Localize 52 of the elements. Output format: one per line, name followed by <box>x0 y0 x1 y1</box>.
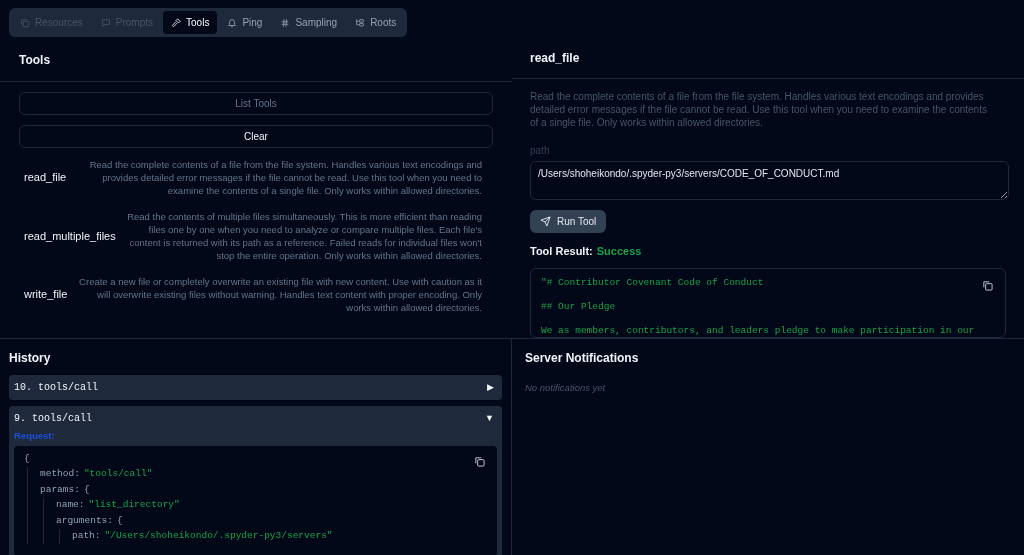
json-brace: { <box>117 513 123 528</box>
result-label: Tool Result: <box>530 243 593 259</box>
collapse-toggle[interactable]: ▼ <box>485 411 497 426</box>
json-brace: { <box>24 451 30 466</box>
tab[interactable]: Sampling <box>272 11 346 34</box>
expand-toggle[interactable]: ▶ <box>487 380 497 395</box>
tool-name[interactable]: read_multiple_files <box>24 227 116 245</box>
tool-description: Read the complete contents of a file from the file system. Handles various text encodings and provides detailed error messages if the file cannot be read. Use this tool when you need to examine the contents of a single file. Only works within allowed directories. <box>530 89 988 129</box>
history-item[interactable]: 9. tools/call ▼ Request: { method: "tools/call" params: { name: "list_directory" arguments: { path: "/Users/shoheikondo/.spyder-py3/servers" <box>9 406 502 555</box>
copy-icon[interactable] <box>982 280 993 291</box>
path-field[interactable]: /Users/shoheikondo/.spyder-py3/servers/CODE_OF_CONDUCT.md <box>530 160 1009 200</box>
json-key: params: <box>40 482 80 498</box>
code-line: ## Our Pledge <box>541 300 616 313</box>
empty-message: No notifications yet <box>525 381 607 395</box>
tool-name[interactable]: read_file <box>24 169 67 186</box>
bell-icon <box>227 17 238 28</box>
json-value: "tools/call" <box>83 467 153 482</box>
panel-title: Tools <box>19 51 51 69</box>
tab[interactable]: Roots <box>347 11 405 34</box>
copy-icon <box>20 17 30 28</box>
history-item[interactable]: 10. tools/call ▶ <box>9 375 502 400</box>
json-value: "/Users/shoheikondo/.spyder-py3/servers" <box>104 529 333 544</box>
tree-icon <box>355 17 366 28</box>
tab[interactable]: Tools <box>163 11 218 34</box>
panel-title: Server Notifications <box>525 350 640 367</box>
panel-title: read_file <box>530 49 580 67</box>
run-tool-button[interactable]: Run Tool <box>530 209 607 233</box>
field-label: path <box>530 143 551 158</box>
code-line: "# Contributor Covenant Code of Conduct <box>541 276 764 289</box>
json-value: "list_directory" <box>88 498 180 513</box>
result-status: Success <box>596 243 642 259</box>
json-key: path: <box>72 529 101 544</box>
tool-name[interactable]: write_file <box>24 286 68 303</box>
tool-description: Read the complete contents of a file from the file system. Handles various text encodings and provides detailed error messages if the file cannot be read. Use this tool when you need to examine the contents of a single file. Only works within allowed directories. <box>88 158 483 197</box>
chat-bubble-icon <box>100 17 111 28</box>
tab[interactable]: Ping <box>219 11 271 34</box>
history-label: 10. tools/call <box>14 381 98 395</box>
json-key: arguments: <box>56 513 113 529</box>
json-key: method: <box>40 467 80 482</box>
tool-description: Read the contents of multiple files simultaneously. This is more efficient than reading files one by one when you need to analyze or compare multiple files. Each file's content is returned with its path as a reference. Failed reads for individual files won't stop the entire operation. Only works within allowed directories. <box>126 210 483 262</box>
action-button[interactable]: Clear <box>19 125 493 148</box>
copy-icon[interactable] <box>474 456 485 468</box>
tool-description: Create a new file or completely overwrite an existing file with new content. Use with caution as it will overwrite existing files without warning. Handles text content with proper encoding. Only works within allowed directories. <box>78 275 483 314</box>
hammer-icon <box>171 17 182 28</box>
request-label: Request: <box>14 429 56 443</box>
panel-title: History <box>9 350 52 367</box>
hash-icon <box>280 17 291 28</box>
json-brace: { <box>83 482 90 497</box>
history-label: 9. tools/call <box>14 412 92 426</box>
json-key: name: <box>56 498 85 513</box>
send-icon <box>540 215 551 227</box>
code-line: We as members, contributors, and leaders pledge to make participation in our <box>541 324 975 337</box>
